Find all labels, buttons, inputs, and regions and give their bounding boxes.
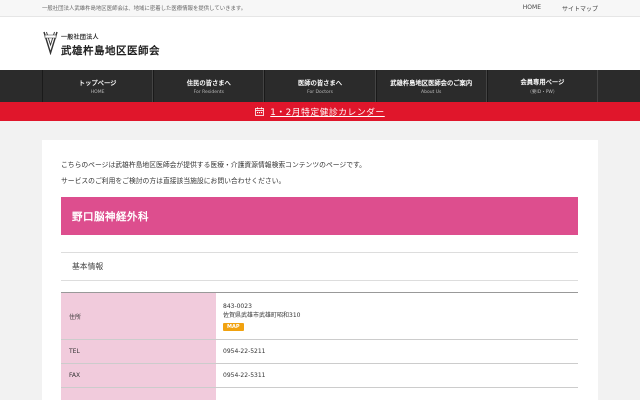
table-row-tel: TEL 0954-22-5211 (61, 340, 578, 364)
site-tagline: 一般社団法人武雄杵島地区医師会は、地域に密着した医療情報を提供していきます。 (42, 6, 247, 12)
intro-text: こちらのページは武雄杵島地区医師会が提供する医療・介護資源情報検索コンテンツのペ… (61, 157, 366, 189)
checkup-calendar-banner[interactable]: 1・2月特定健診カレンダー (0, 102, 640, 121)
site-header: 一般社団法人 武雄杵島地区医師会 (0, 17, 640, 70)
nav-label: 会員専用ページ (520, 79, 565, 86)
intro-line-1: こちらのページは武雄杵島地区医師会が提供する医療・介護資源情報検索コンテンツのペ… (61, 161, 366, 169)
logo-corp-type: 一般社団法人 (61, 34, 99, 41)
postal-code: 843-0023 (223, 302, 252, 310)
top-bar: 一般社団法人武雄杵島地区医師会は、地域に密着した医療情報を提供していきます。 H… (0, 0, 640, 17)
site-logo[interactable]: 一般社団法人 武雄杵島地区医師会 (42, 30, 160, 58)
banner-link-text[interactable]: 1・2月特定健診カレンダー (270, 105, 384, 118)
nav-label: 武雄杵島地区医師会のご案内 (390, 79, 473, 87)
top-links: HOME サイトマップ (523, 4, 598, 13)
table-row (61, 388, 578, 400)
nav-item-home[interactable]: トップページ HOME (42, 70, 154, 102)
address-label: 住所 (61, 293, 216, 339)
nav-sublabel: For Residents (193, 89, 224, 95)
clinic-title-bar: 野口脳神経外科 (61, 197, 578, 235)
fax-label: FAX (61, 364, 216, 387)
table-row-value (216, 388, 578, 400)
main-content: こちらのページは武雄杵島地区医師会が提供する医療・介護資源情報検索コンテンツのペ… (42, 140, 598, 400)
tel-value: 0954-22-5211 (223, 348, 266, 355)
main-nav: トップページ HOME 住民の皆さまへ For Residents 医師の皆さま… (0, 70, 640, 102)
nav-item-members[interactable]: 会員専用ページ （要ID・PW） (486, 70, 599, 102)
map-button[interactable]: MAP (223, 322, 244, 331)
nav-sublabel: （要ID・PW） (527, 90, 558, 95)
nav-item-doctors[interactable]: 医師の皆さまへ For Doctors (264, 70, 376, 102)
tel-label: TEL (61, 340, 216, 363)
sitemap-link[interactable]: サイトマップ (562, 4, 598, 13)
table-row-fax: FAX 0954-22-5311 (61, 364, 578, 388)
basic-info-table: 住所 843-0023 佐賀県武雄市武雄町昭和310 MAP TEL 0954-… (61, 292, 578, 400)
address-value: 843-0023 佐賀県武雄市武雄町昭和310 MAP (216, 293, 578, 339)
nav-sublabel: HOME (90, 89, 105, 95)
logo-org-name: 武雄杵島地区医師会 (61, 45, 160, 57)
logo-mark-icon (43, 31, 58, 55)
section-heading-text: 基本情報 (72, 262, 104, 271)
nav-label: 住民の皆さまへ (186, 79, 231, 87)
table-row-label (61, 388, 216, 400)
nav-item-about[interactable]: 武雄杵島地区医師会のご案内 About Us (375, 70, 487, 102)
home-link[interactable]: HOME (523, 4, 541, 13)
intro-line-2: サービスのご利用をご検討の方は直接該当施設にお問い合わせください。 (61, 177, 286, 185)
section-heading: 基本情報 (61, 252, 578, 281)
nav-label: 医師の皆さまへ (297, 79, 343, 87)
nav-label: トップページ (78, 79, 117, 87)
calendar-icon (255, 107, 265, 116)
table-row-address: 住所 843-0023 佐賀県武雄市武雄町昭和310 MAP (61, 293, 578, 340)
nav-sublabel: For Doctors (307, 89, 333, 95)
fax-value: 0954-22-5311 (223, 372, 266, 379)
nav-item-residents[interactable]: 住民の皆さまへ For Residents (153, 70, 265, 102)
clinic-title: 野口脳神経外科 (72, 210, 149, 223)
nav-sublabel: About Us (421, 89, 442, 95)
street-address: 佐賀県武雄市武雄町昭和310 (223, 312, 301, 319)
